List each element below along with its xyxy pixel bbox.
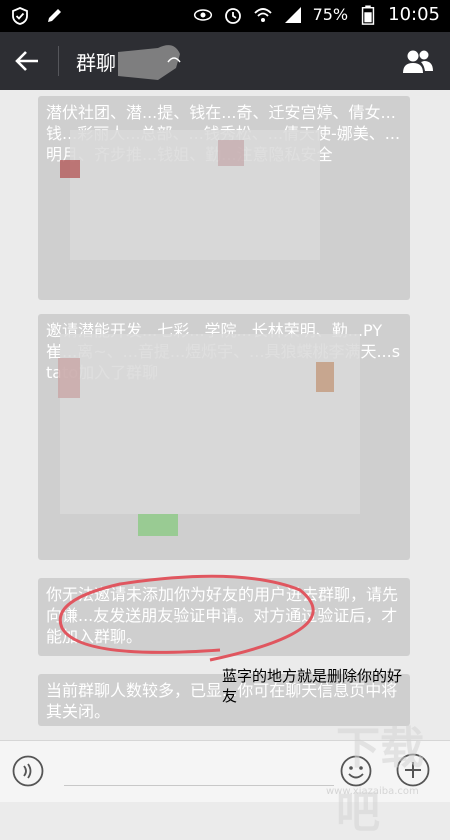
annotation-text: 蓝字的地方就是删除你的好友 <box>222 667 403 705</box>
wifi-icon <box>253 7 272 22</box>
back-arrow-icon[interactable] <box>14 48 40 74</box>
pencil-icon <box>48 9 61 22</box>
avatar-thumbnail <box>58 358 80 398</box>
clock-time: 10:05 <box>388 4 440 25</box>
voice-icon[interactable] <box>12 755 44 787</box>
annotation-circle <box>58 574 315 662</box>
signal-icon <box>284 6 301 23</box>
page-title: 群聊 <box>76 51 116 75</box>
mute-icon <box>167 57 181 63</box>
watermark-text: 下载吧 <box>336 723 424 838</box>
watermark-url: www.xiazaiba.com <box>326 786 419 797</box>
blur-mask <box>70 130 320 260</box>
chat-header: 群聊 <box>0 32 450 90</box>
message-list: 潜伏社团、潜...提、钱在...奇、迁安宫婷、倩女...钱...彩丽人...总部… <box>0 90 450 740</box>
watermark-logo: 下载吧 www.xiazaiba.com <box>326 712 436 838</box>
shield-check-icon <box>12 7 28 25</box>
avatar-thumbnail <box>316 362 334 392</box>
battery-percent: 75% <box>312 5 349 24</box>
battery-icon <box>361 4 375 25</box>
message-input[interactable] <box>64 785 334 786</box>
avatar-thumbnail <box>60 160 80 178</box>
eye-icon <box>193 8 212 21</box>
blur-mask <box>60 334 360 514</box>
status-bar: 75% 10:05 <box>0 0 450 32</box>
header-divider <box>58 46 59 76</box>
avatar-thumbnail <box>218 140 244 166</box>
alarm-icon <box>224 7 241 24</box>
avatar-thumbnail <box>138 514 178 536</box>
group-members-icon[interactable] <box>402 47 434 75</box>
